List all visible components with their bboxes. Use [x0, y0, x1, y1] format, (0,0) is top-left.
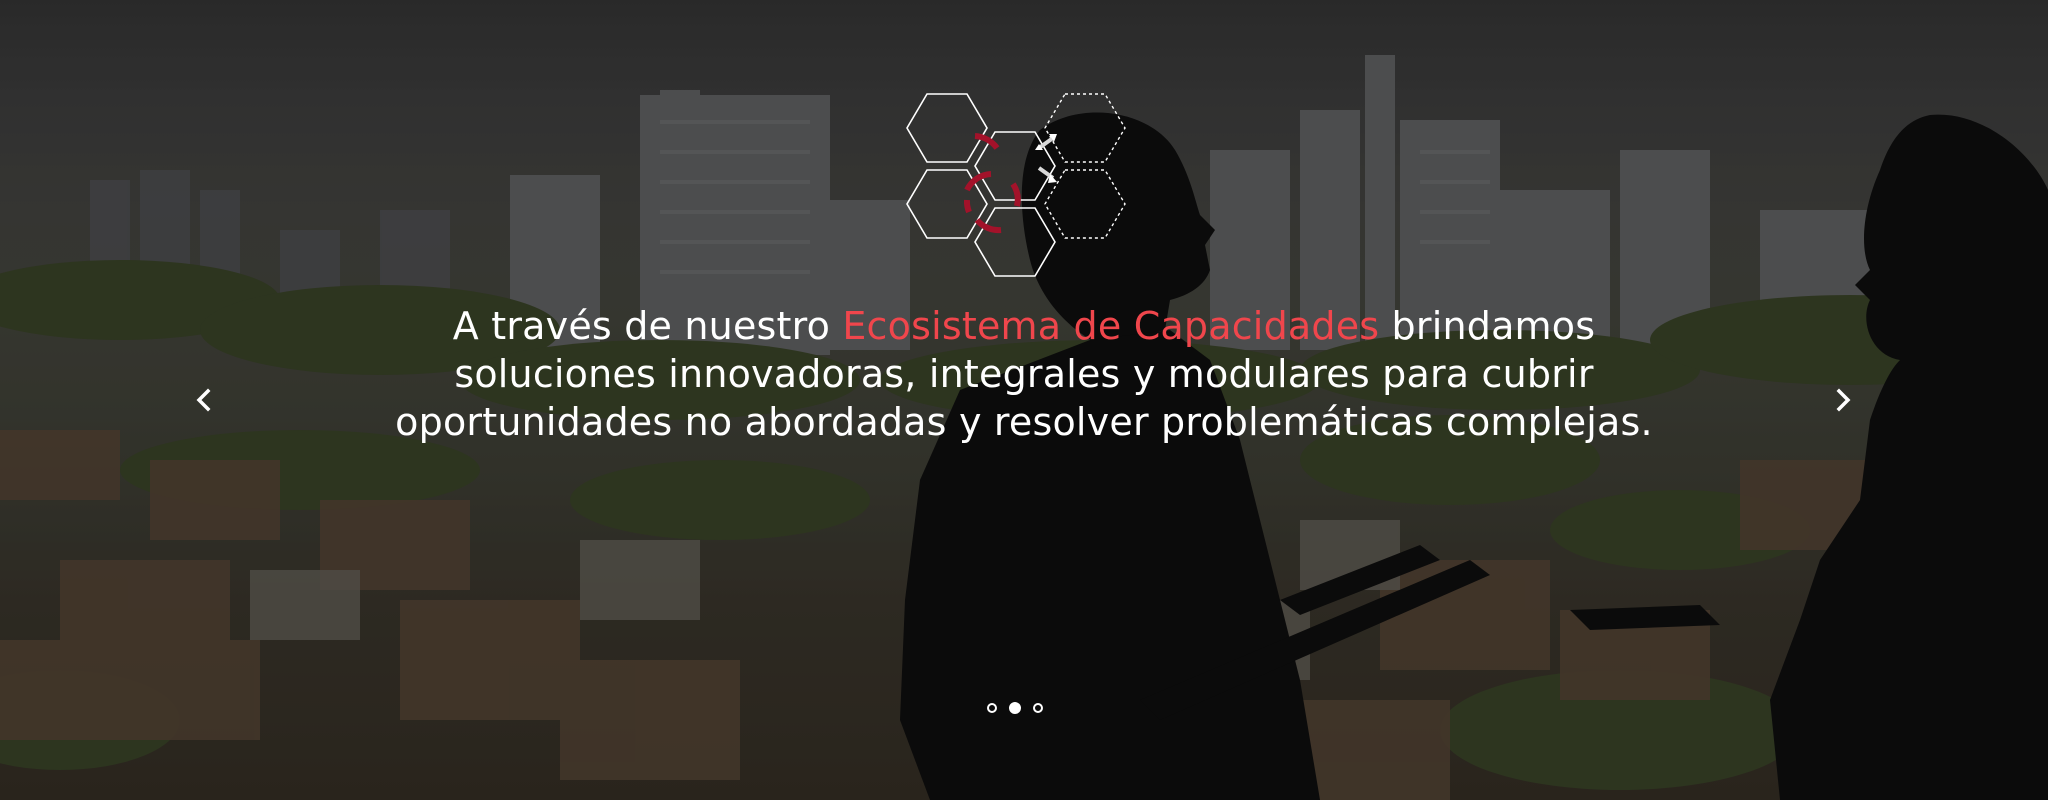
- hero-headline: A través de nuestro Ecosistema de Capaci…: [380, 302, 1668, 446]
- carousel-next-button[interactable]: [1823, 380, 1863, 420]
- carousel-dot-1[interactable]: [987, 703, 997, 713]
- carousel-dot-3[interactable]: [1033, 703, 1043, 713]
- chevron-right-icon: [1836, 388, 1851, 412]
- hexagon-ecosystem-icon: [906, 93, 1126, 277]
- headline-intro: A través de nuestro: [452, 304, 843, 348]
- carousel-pagination: [987, 700, 1061, 716]
- headline-accent-ecosystem: Ecosistema de Capacidades: [842, 304, 1380, 348]
- carousel-dot-2-active[interactable]: [1009, 702, 1021, 714]
- hero-carousel: A través de nuestro Ecosistema de Capaci…: [0, 0, 2048, 800]
- carousel-prev-button[interactable]: [184, 380, 224, 420]
- chevron-left-icon: [196, 388, 211, 412]
